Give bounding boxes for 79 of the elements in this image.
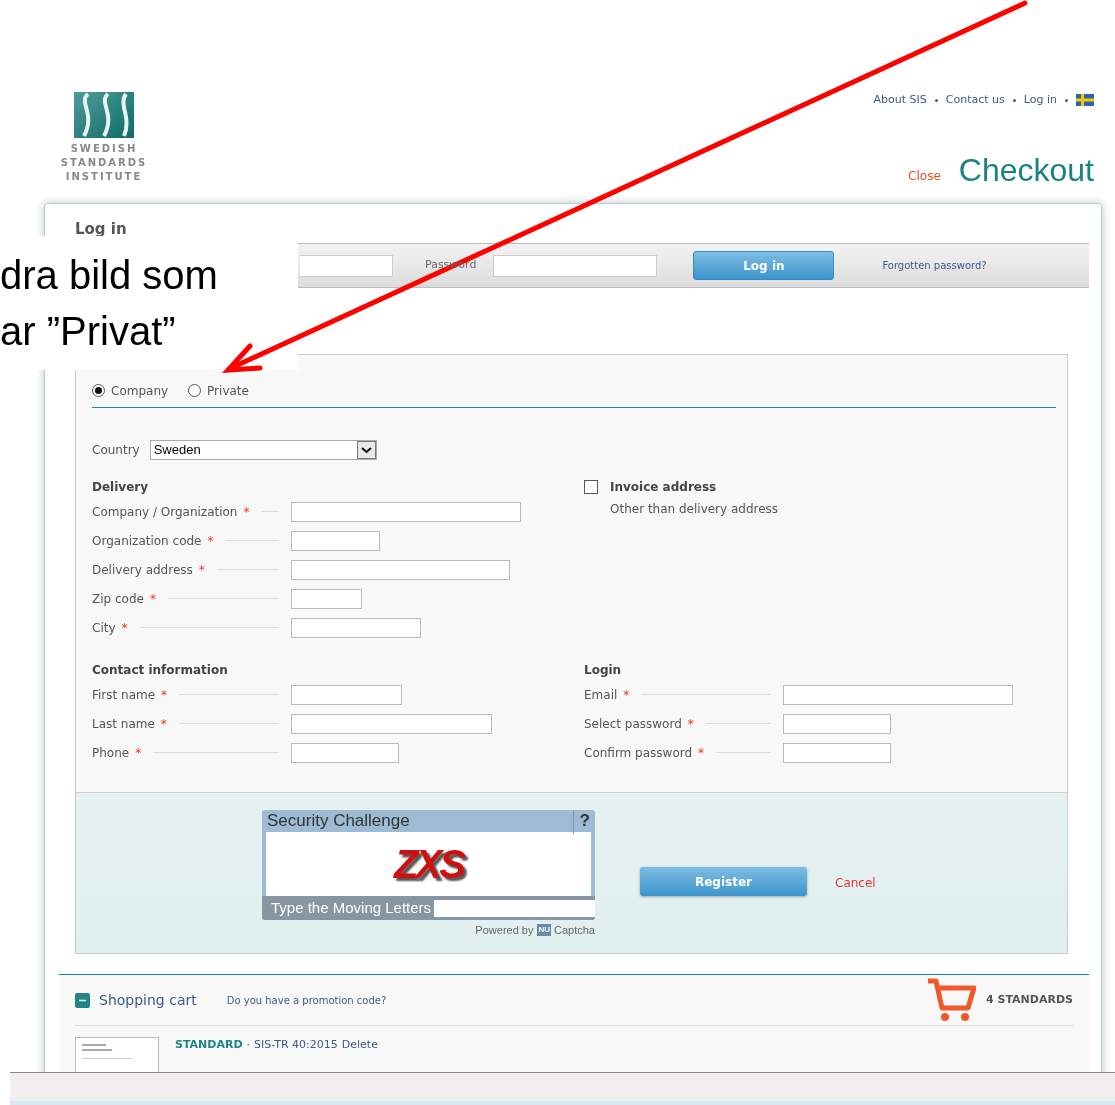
required-mark: *: [698, 744, 705, 762]
text-field[interactable]: [291, 742, 399, 763]
required-mark: *: [135, 744, 142, 762]
text-field[interactable]: [291, 588, 362, 609]
checkbox-option[interactable]: Invoice address: [584, 477, 1056, 497]
field-label: Country: [92, 442, 140, 459]
helper-text: Other than delivery address: [609, 501, 780, 518]
text-field[interactable]: [291, 501, 521, 522]
text-field[interactable]: [291, 530, 380, 551]
captcha-field[interactable]: [434, 899, 595, 917]
captcha-title: Security Challenge: [267, 810, 410, 833]
required-mark: *: [198, 561, 205, 579]
promo-code-link[interactable]: Do you have a promotion code?: [226, 992, 387, 1008]
required-mark: *: [623, 686, 630, 704]
logo-text: SWEDISH: [70, 142, 138, 156]
checkbox[interactable]: [584, 480, 598, 494]
annotation-text: dra bild som: [0, 252, 219, 299]
section-heading: Shopping cart: [99, 990, 197, 1010]
text-field[interactable]: [291, 617, 421, 638]
field-label: Phone: [92, 744, 130, 762]
text-field[interactable]: [291, 684, 402, 705]
section-heading: Log in: [75, 219, 128, 238]
radio-option[interactable]: Company: [92, 381, 169, 400]
logo-icon: [74, 92, 134, 138]
field-label: Select password: [584, 715, 682, 733]
required-mark: *: [161, 686, 168, 704]
chevron-down-icon: [356, 441, 376, 459]
forgot-password-link[interactable]: Forgotten password?: [882, 258, 987, 273]
nav-link[interactable]: Log in: [1023, 92, 1057, 109]
caption: Powered by: [475, 923, 534, 938]
cancel-link[interactable]: Cancel: [835, 874, 876, 892]
country-dropdown[interactable]: Sweden: [149, 440, 377, 460]
field-label: Last name: [92, 715, 155, 733]
field-label: Delivery address: [92, 561, 193, 579]
radio-button[interactable]: [188, 384, 202, 397]
required-mark: *: [687, 715, 694, 733]
password-field[interactable]: [493, 254, 658, 277]
field-label: Confirm password: [584, 744, 693, 762]
radio-option[interactable]: Private: [188, 381, 249, 400]
delete-link[interactable]: Delete: [341, 1037, 378, 1054]
logo-text: INSTITUTE: [65, 170, 143, 184]
logo-text: STANDARDS: [60, 156, 148, 170]
required-mark: *: [121, 619, 128, 637]
separator: ·: [246, 1037, 251, 1053]
annotation-text: ar ”Privat”: [0, 308, 177, 355]
required-mark: *: [149, 590, 156, 608]
section-heading: Delivery: [92, 479, 150, 496]
item-type: STANDARD: [175, 1037, 243, 1053]
item-link[interactable]: SIS-TR 40:2015: [254, 1037, 338, 1054]
section-heading: Contact information: [92, 662, 229, 679]
text-field[interactable]: [783, 713, 891, 734]
caption: Captcha: [554, 923, 595, 938]
nav-link[interactable]: Contact us: [945, 92, 1005, 109]
field-label: City: [92, 619, 116, 637]
text-field[interactable]: [783, 742, 891, 763]
text-field[interactable]: [783, 684, 1013, 705]
field-label: First name: [92, 686, 156, 704]
required-mark: *: [243, 503, 250, 521]
field-label: Email: [584, 686, 618, 704]
username-field[interactable]: [300, 254, 393, 277]
required-mark: *: [160, 715, 167, 733]
required-mark: *: [207, 532, 214, 550]
collapse-icon[interactable]: [75, 992, 90, 1008]
field-label: Company / Organization: [92, 503, 238, 521]
page-title: Checkout: [958, 152, 1094, 187]
field-label: Organization code: [92, 532, 202, 550]
close-link[interactable]: Close: [908, 166, 941, 185]
flag-icon[interactable]: [1076, 94, 1094, 107]
text-field[interactable]: [291, 713, 492, 734]
captcha-letters: ZXS: [394, 841, 463, 888]
cart-icon: [926, 977, 977, 1023]
field-label: Type the Moving Letters: [271, 897, 432, 918]
section-heading: Login: [584, 662, 623, 679]
field-label: Zip code: [92, 590, 144, 608]
text-field[interactable]: [291, 559, 510, 580]
radio-button[interactable]: [92, 384, 105, 397]
brand-badge: NU: [537, 924, 551, 937]
item-count: 4 STANDARDS: [986, 991, 1073, 1008]
nav-link[interactable]: About SIS: [873, 92, 927, 109]
